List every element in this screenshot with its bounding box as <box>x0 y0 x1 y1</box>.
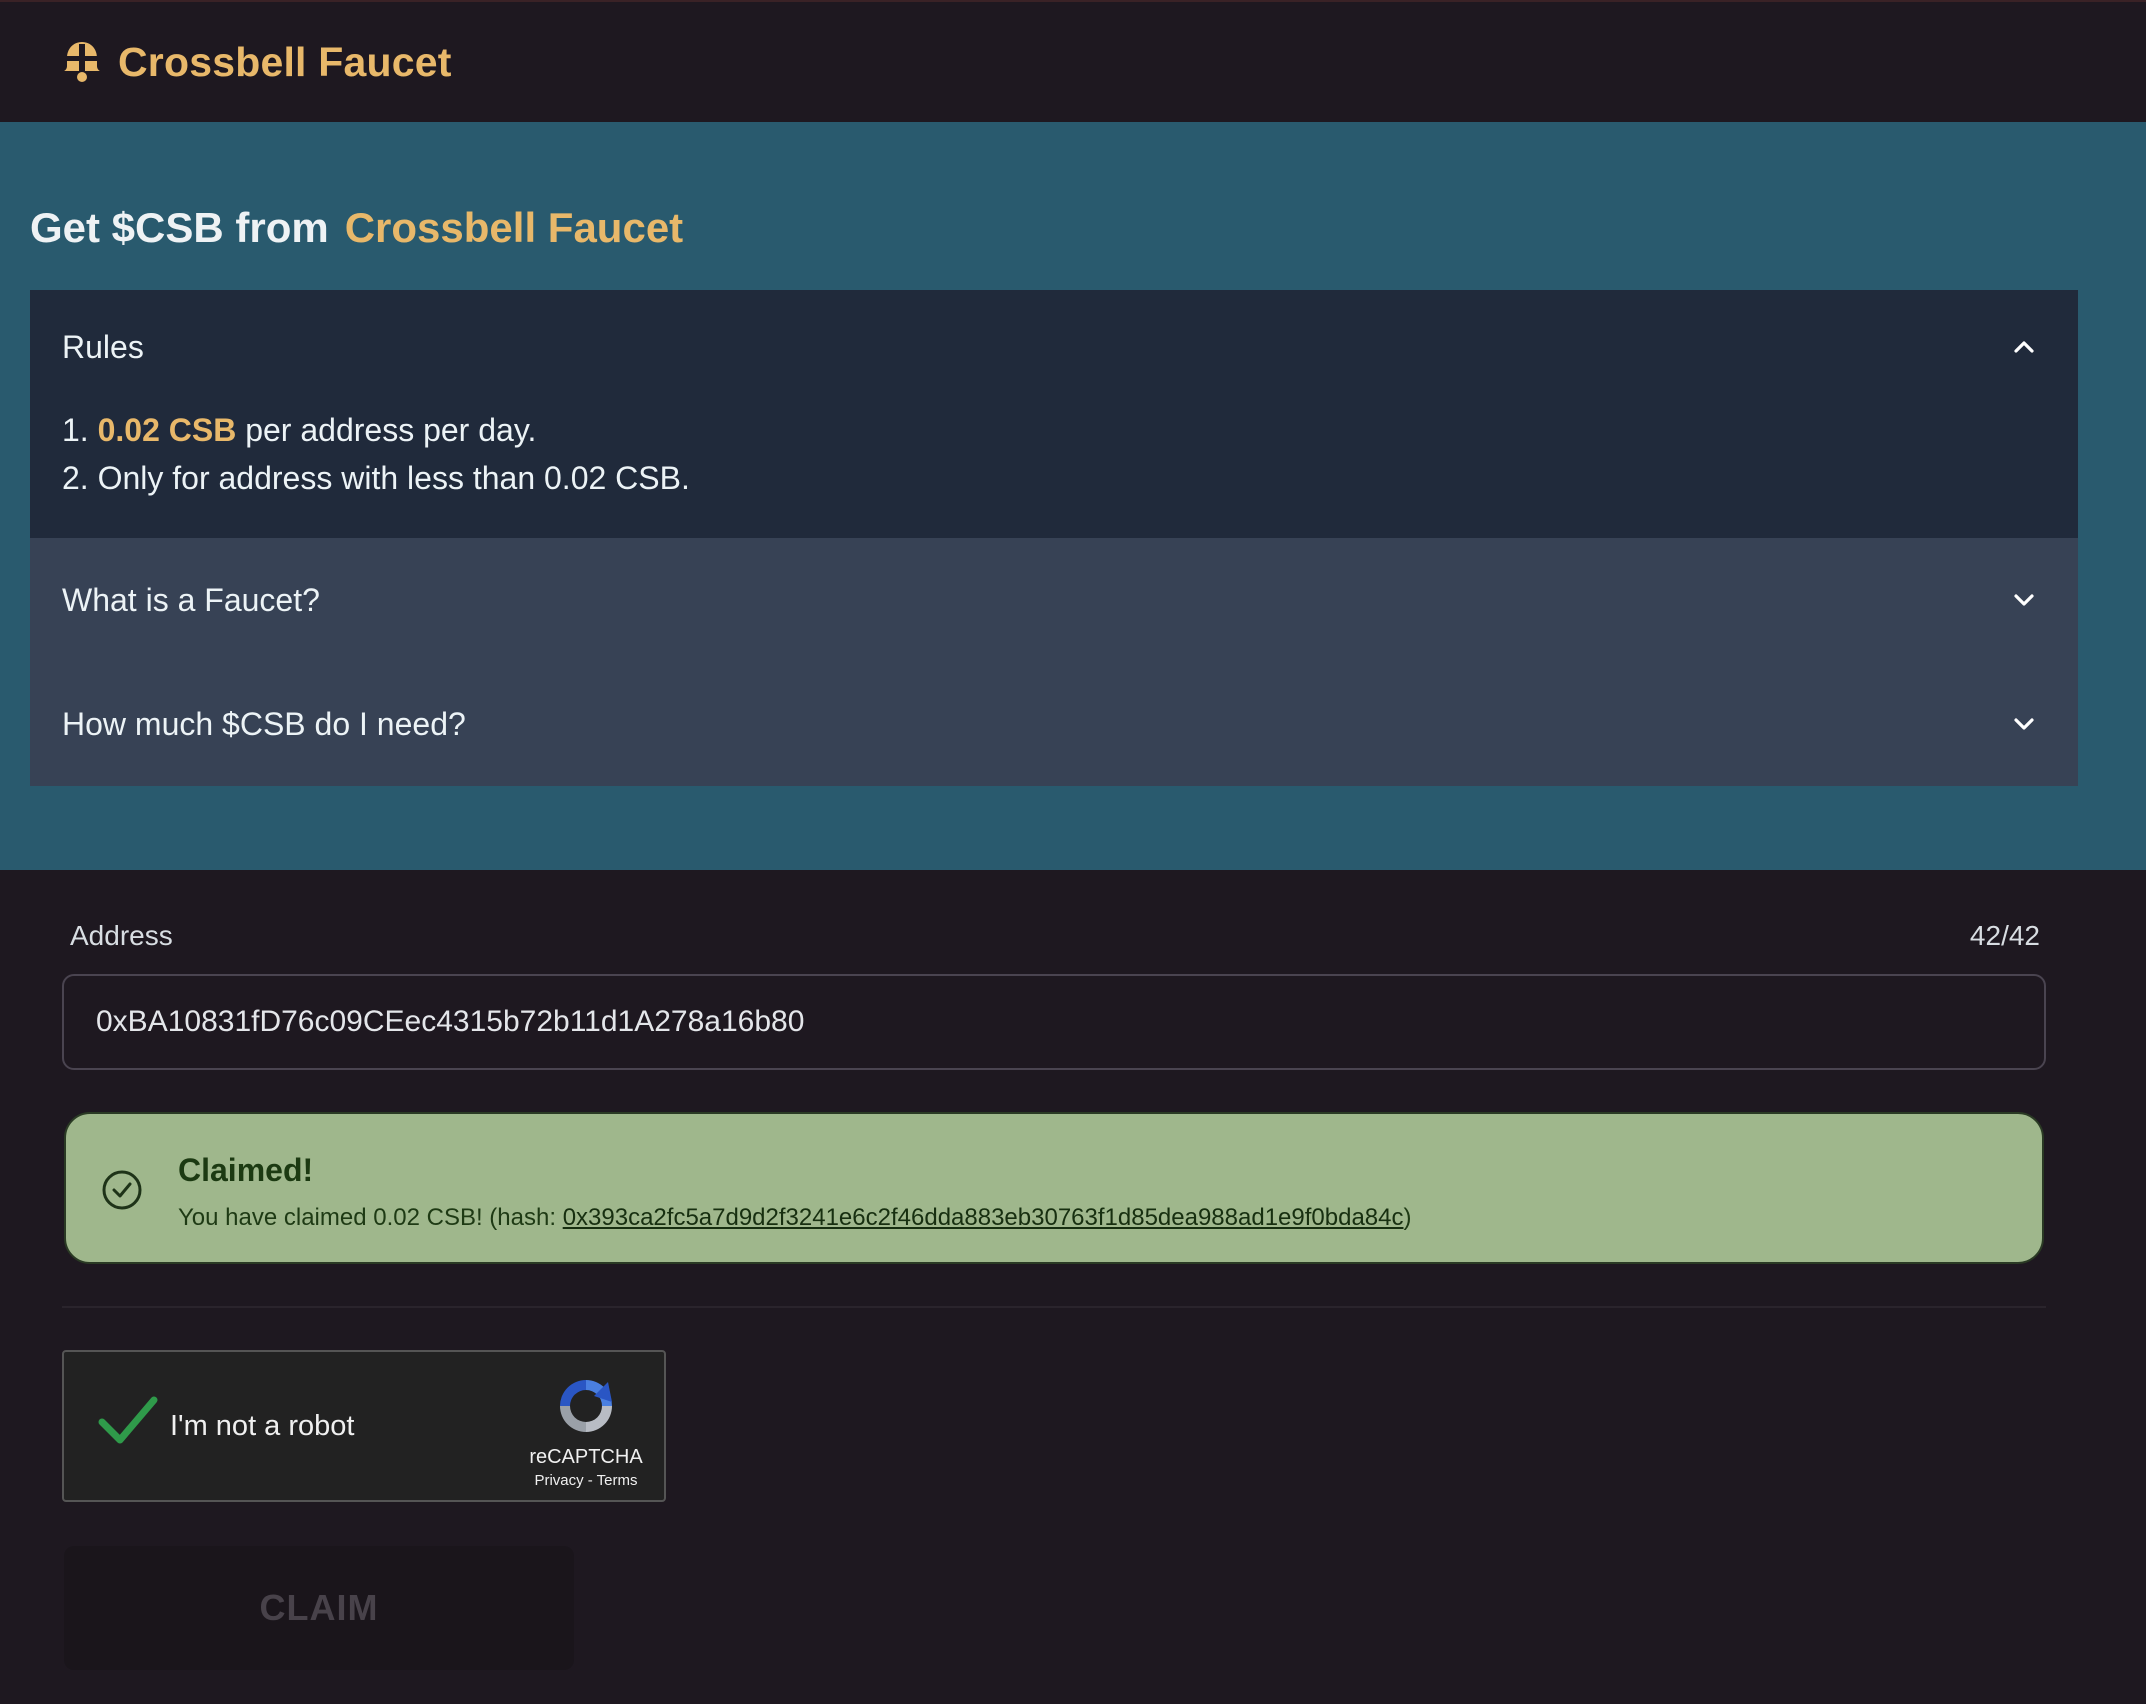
divider <box>62 1306 2046 1308</box>
alert-title: Claimed! <box>178 1152 314 1188</box>
checkmark-icon[interactable] <box>98 1394 158 1446</box>
address-label-row: Address 42/42 <box>70 920 2040 952</box>
transaction-hash-link[interactable]: 0x393ca2fc5a7d9d2f3241e6c2f46dda883eb307… <box>563 1204 1404 1231</box>
address-label: Address <box>70 920 173 951</box>
recaptcha-label[interactable]: I'm not a robot <box>170 1410 354 1443</box>
page-title: Get $CSB from Crossbell Faucet <box>30 204 683 252</box>
chevron-down-icon <box>2014 718 2034 730</box>
accordion-item-what-is-faucet: What is a Faucet? <box>30 538 2078 662</box>
recaptcha-logo-icon <box>560 1380 612 1432</box>
recaptcha-brand: reCAPTCHA <box>529 1446 643 1468</box>
rule-1: 1. 0.02 CSB per address per day. <box>62 412 537 448</box>
claim-button[interactable]: CLAIM <box>64 1546 574 1670</box>
chevron-down-icon <box>2014 594 2034 606</box>
rules-content: 1. 0.02 CSB per address per day. 2. Only… <box>62 406 690 502</box>
hero-section: Get $CSB from Crossbell Faucet Rules 1. 0… <box>0 122 2146 870</box>
top-bar: Crossbell Faucet <box>0 0 2146 122</box>
check-circle-icon <box>102 1170 142 1210</box>
accordion-title: Rules <box>62 328 144 365</box>
accordion-header-what-is-faucet[interactable]: What is a Faucet? <box>62 538 2038 662</box>
accordion-item-rules: Rules 1. 0.02 CSB per address per day. 2… <box>30 290 2078 538</box>
accordion-header-how-much-csb[interactable]: How much $CSB do I need? <box>62 662 2038 786</box>
accordion-title: What is a Faucet? <box>62 581 320 618</box>
faq-accordion: Rules 1. 0.02 CSB per address per day. 2… <box>30 290 2078 786</box>
success-alert: Claimed! You have claimed 0.02 CSB! (has… <box>64 1112 2044 1264</box>
page-title-prefix: Get $CSB from <box>30 204 329 251</box>
alert-message: You have claimed 0.02 CSB! (hash: 0x393c… <box>178 1204 1412 1231</box>
rule-1-amount: 0.02 CSB <box>97 412 237 448</box>
address-input[interactable]: 0xBA10831fD76c09CEec4315b72b11d1A278a16b… <box>62 974 2046 1070</box>
crossbell-bell-icon[interactable] <box>62 40 102 84</box>
chevron-up-icon <box>2014 341 2034 353</box>
accordion-title: How much $CSB do I need? <box>62 705 466 742</box>
rule-2: 2. Only for address with less than 0.02 … <box>62 460 690 496</box>
brand-title[interactable]: Crossbell Faucet <box>118 39 452 86</box>
accordion-item-how-much-csb: How much $CSB do I need? <box>30 662 2078 786</box>
character-counter: 42/42 <box>1969 920 2040 951</box>
recaptcha-widget: I'm not a robot reCAPTCHA Privacy - Term… <box>62 1350 666 1502</box>
accordion-header-rules[interactable]: Rules <box>62 290 2038 404</box>
page-title-accent: Crossbell Faucet <box>344 204 684 251</box>
recaptcha-privacy-terms[interactable]: Privacy - Terms <box>514 1472 658 1489</box>
